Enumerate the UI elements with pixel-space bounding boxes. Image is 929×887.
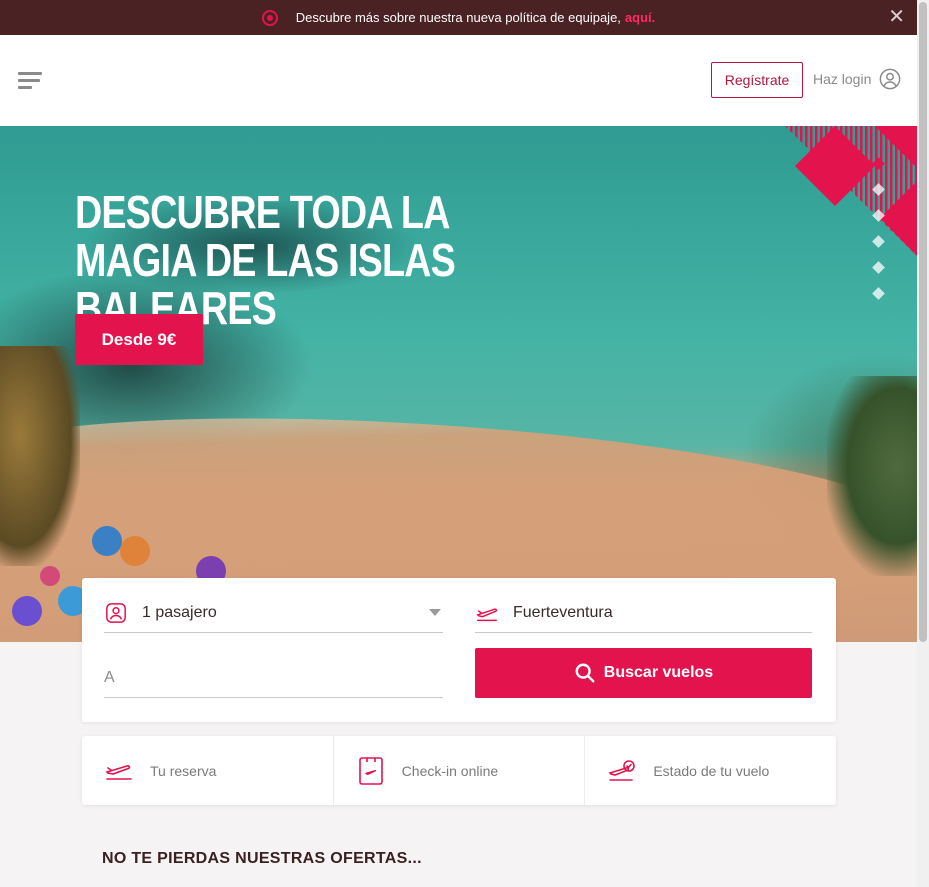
carousel-dot-4[interactable] bbox=[872, 235, 885, 248]
passengers-select[interactable]: 1 pasajero bbox=[104, 593, 443, 633]
plane-ticket-icon bbox=[104, 756, 134, 786]
chevron-down-icon bbox=[429, 609, 441, 616]
register-button[interactable]: Regístrate bbox=[711, 62, 803, 98]
login-label: Haz login bbox=[813, 71, 872, 87]
flight-search-form: 1 pasajero Fuerteventura Buscar vuelos bbox=[82, 578, 836, 722]
passengers-value: 1 pasajero bbox=[142, 603, 217, 621]
passenger-icon bbox=[104, 601, 128, 625]
origin-field[interactable]: Fuerteventura bbox=[475, 593, 812, 633]
destination-input[interactable] bbox=[104, 668, 443, 687]
flight-status-icon bbox=[607, 756, 637, 786]
banner-text: Descubre más sobre nuestra nueva polític… bbox=[295, 10, 621, 25]
quick-link-label: Check-in online bbox=[401, 762, 499, 779]
carousel-dot-2[interactable] bbox=[872, 183, 885, 196]
destination-field[interactable] bbox=[104, 658, 443, 698]
announcement-banner: Descubre más sobre nuestra nueva polític… bbox=[0, 0, 917, 35]
user-icon bbox=[880, 68, 901, 90]
search-flights-button[interactable]: Buscar vuelos bbox=[475, 648, 812, 698]
scrollbar-thumb[interactable] bbox=[919, 2, 927, 642]
decorative-pattern bbox=[785, 126, 917, 256]
info-icon bbox=[261, 9, 278, 26]
boarding-pass-icon bbox=[356, 756, 386, 786]
hero-headline: DESCUBRE TODA LA MAGIA DE LAS ISLAS BALE… bbox=[75, 186, 456, 334]
price-button[interactable]: Desde 9€ bbox=[75, 314, 203, 365]
login-button[interactable]: Haz login bbox=[813, 68, 901, 90]
carousel-dots bbox=[872, 157, 885, 315]
takeoff-icon bbox=[475, 601, 499, 625]
hero-banner[interactable]: DESCUBRE TODA LA MAGIA DE LAS ISLAS BALE… bbox=[0, 126, 917, 642]
site-header: Regístrate Haz login bbox=[0, 35, 917, 126]
offers-heading: NO TE PIERDAS NUESTRAS OFERTAS... bbox=[102, 850, 422, 867]
search-icon bbox=[575, 663, 595, 683]
quick-link-reservation[interactable]: Tu reserva bbox=[82, 736, 334, 805]
carousel-dot-3[interactable] bbox=[872, 209, 885, 222]
quick-link-label: Tu reserva bbox=[150, 762, 217, 779]
quick-links: Tu reserva Check-in online Estado de tu … bbox=[82, 736, 836, 805]
scrollbar[interactable] bbox=[917, 0, 929, 887]
menu-icon[interactable] bbox=[18, 72, 42, 90]
quick-link-label: Estado de tu vuelo bbox=[653, 762, 770, 779]
close-icon[interactable]: ✕ bbox=[888, 6, 905, 28]
search-flights-label: Buscar vuelos bbox=[603, 664, 714, 681]
quick-link-flight-status[interactable]: Estado de tu vuelo bbox=[585, 736, 836, 805]
carousel-dot-1[interactable] bbox=[872, 157, 885, 170]
origin-value: Fuerteventura bbox=[513, 603, 613, 621]
quick-link-checkin[interactable]: Check-in online bbox=[334, 736, 586, 805]
carousel-dot-5[interactable] bbox=[872, 261, 885, 274]
banner-link[interactable]: aquí. bbox=[625, 10, 655, 25]
carousel-dot-6[interactable] bbox=[872, 287, 885, 300]
